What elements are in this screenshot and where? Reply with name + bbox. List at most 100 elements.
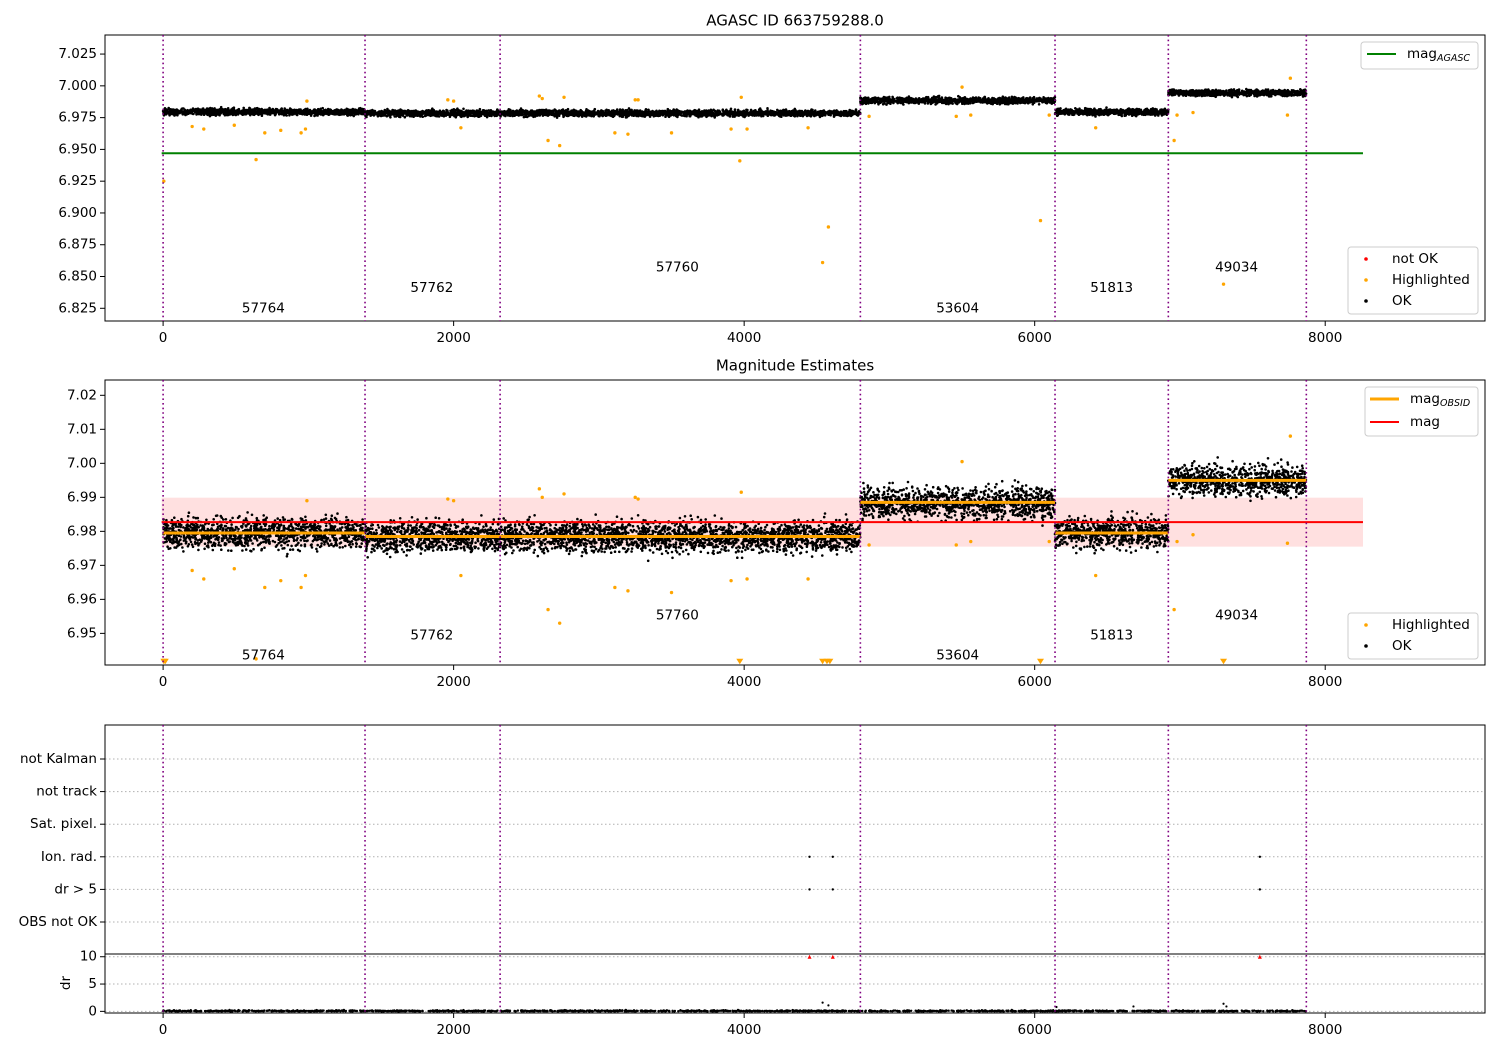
dr-tick-label: 10	[80, 949, 97, 965]
y-tick-label: 6.925	[58, 173, 97, 189]
obsid-label: 49034	[1215, 607, 1258, 623]
dr-point	[821, 1001, 824, 1004]
dr-points-cloud	[162, 1008, 1307, 1013]
highlighted-point	[820, 260, 825, 265]
highlighted-point	[954, 543, 958, 547]
legend-marker	[1364, 299, 1368, 303]
plot-frame	[104, 34, 1486, 322]
x-tick-label: 8000	[1308, 1022, 1342, 1038]
highlighted-point	[537, 487, 542, 491]
dr-point	[1225, 1005, 1228, 1008]
flag-label: not track	[36, 784, 97, 800]
highlighted-point	[546, 138, 550, 143]
highlighted-point	[263, 131, 267, 135]
highlighted-point	[299, 585, 303, 590]
figure: AGASC ID 663759288.0 6.825 6.850 6.875 6.900…	[19, 12, 1486, 1038]
flag-label: Ion. rad.	[41, 849, 97, 865]
highlighted-point	[557, 621, 562, 625]
legend-label: not OK	[1392, 251, 1439, 267]
ok-points-cloud	[859, 94, 1057, 106]
highlighted-point	[633, 495, 637, 500]
highlighted-point	[279, 578, 283, 583]
highlighted-point	[954, 114, 958, 119]
highlighted-point	[729, 127, 733, 131]
legend-label-sub: OBSID	[1440, 398, 1470, 409]
y-tick-label: 6.975	[58, 110, 97, 126]
highlighted-point	[1172, 607, 1176, 612]
highlighted-point	[459, 573, 463, 578]
highlighted-point	[633, 98, 637, 102]
highlighted-point	[626, 132, 630, 136]
legend-label: Highlighted	[1392, 272, 1470, 288]
highlighted-point	[263, 585, 267, 590]
x-tick-label: 6000	[1018, 674, 1052, 690]
flag-point	[1258, 855, 1262, 858]
highlighted-point	[299, 131, 303, 135]
highlighted-point	[960, 459, 964, 464]
highlighted-point	[279, 128, 283, 133]
highlighted-point	[1047, 539, 1051, 544]
dr-clipped-marker	[807, 954, 812, 959]
y-tick-label: 6.900	[58, 205, 97, 221]
highlighted-point	[1047, 113, 1051, 117]
x-tick-label: 6000	[1018, 330, 1052, 346]
x-tick-label: 0	[159, 674, 168, 690]
highlighted-point	[960, 85, 964, 89]
y-tick-label: 6.875	[58, 237, 97, 253]
obsid-label: 57760	[656, 260, 699, 276]
dr-tick-label: 5	[88, 976, 97, 992]
y-tick-label: 7.01	[67, 421, 97, 437]
chart-title: Magnitude Estimates	[716, 357, 874, 375]
dr-point	[1222, 1002, 1225, 1005]
y-tick-label: 7.00	[67, 455, 97, 471]
highlighted-point	[738, 159, 742, 163]
ok-points-cloud	[1167, 87, 1308, 99]
highlighted-point	[729, 578, 733, 583]
y-tick-label: 7.02	[67, 387, 97, 403]
highlighted-point	[806, 577, 810, 581]
obsid-label: 57764	[242, 300, 285, 316]
legend-label-main: mag	[1407, 46, 1437, 62]
highlighted-point	[636, 497, 640, 501]
flag-label: not Kalman	[20, 751, 97, 767]
highlighted-point	[826, 225, 831, 229]
dr-tick-label: 0	[88, 1003, 97, 1019]
y-tick-label: 6.98	[67, 523, 97, 539]
legend-label: Highlighted	[1392, 617, 1470, 633]
flag-point	[831, 855, 834, 858]
flag-point	[808, 888, 811, 891]
obsid-label: 51813	[1090, 627, 1133, 643]
highlighted-point	[254, 157, 258, 162]
highlighted-point	[1175, 539, 1179, 544]
offscale-marker	[1220, 658, 1228, 665]
y-tick-label: 6.850	[58, 269, 97, 285]
flag-label: dr > 5	[54, 881, 97, 897]
highlighted-point	[557, 143, 562, 148]
obsid-label: 57762	[410, 627, 453, 643]
obsid-label: 53604	[936, 300, 979, 316]
highlighted-point	[1288, 76, 1293, 80]
highlighted-point	[1285, 113, 1290, 117]
highlighted-point	[537, 94, 542, 98]
highlighted-point	[232, 567, 236, 571]
x-tick-label: 0	[159, 330, 168, 346]
y-tick-label: 7.025	[58, 46, 97, 62]
highlighted-point	[546, 607, 550, 612]
offscale-marker	[1036, 658, 1044, 665]
x-tick-label: 4000	[727, 1022, 761, 1038]
x-tick-label: 6000	[1018, 1022, 1052, 1038]
highlighted-point	[190, 568, 194, 573]
highlighted-point	[1288, 434, 1293, 438]
highlighted-point	[626, 589, 630, 593]
highlighted-point	[739, 490, 743, 494]
highlighted-point	[540, 96, 544, 101]
y-tick-label: 6.97	[67, 557, 97, 573]
highlighted-point	[190, 124, 194, 129]
highlighted-point	[446, 497, 450, 501]
legend-marker	[1364, 278, 1368, 282]
ok-points-cloud	[161, 105, 367, 118]
flag-label: OBS not OK	[19, 914, 99, 930]
x-tick-label: 0	[159, 1022, 168, 1038]
highlighted-point	[446, 98, 450, 102]
highlighted-point	[806, 126, 810, 130]
